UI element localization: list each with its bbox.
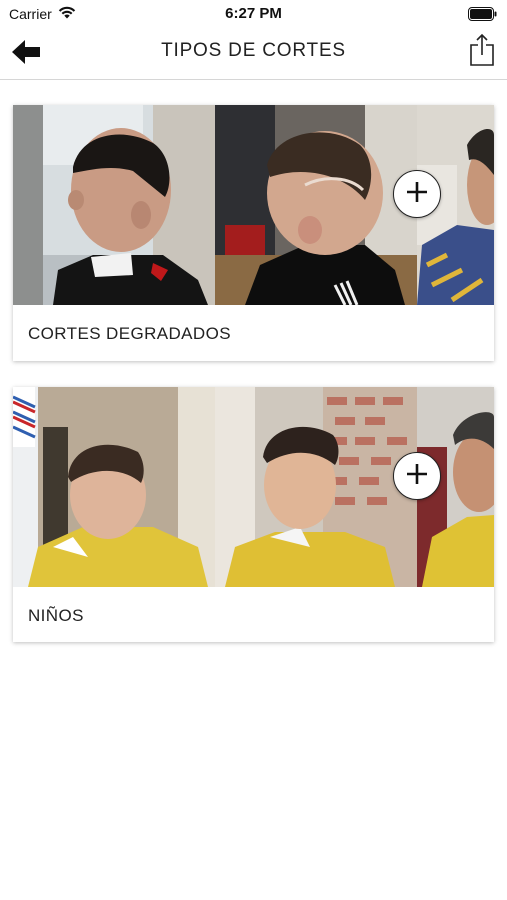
haircut-photo [13, 387, 215, 587]
haircut-photo [13, 105, 215, 305]
haircut-photo [215, 387, 417, 587]
card-caption: NIÑOS [28, 606, 84, 625]
card-caption: CORTES DEGRADADOS [28, 324, 231, 343]
navigation-bar: TIPOS DE CORTES [0, 28, 507, 80]
haircut-photo [215, 105, 417, 305]
plus-icon [406, 181, 428, 208]
share-icon[interactable] [469, 33, 495, 67]
page-title: TIPOS DE CORTES [161, 40, 346, 61]
status-time: 6:27 PM [225, 5, 282, 22]
plus-icon [406, 463, 428, 490]
category-card-ninos[interactable]: NIÑOS [13, 387, 494, 642]
add-button[interactable] [393, 452, 441, 500]
category-card-cortes-degradados[interactable]: CORTES DEGRADADOS [13, 105, 494, 361]
add-button[interactable] [393, 170, 441, 218]
battery-icon [468, 7, 498, 26]
status-bar: Carrier 6:27 PM [0, 0, 507, 28]
